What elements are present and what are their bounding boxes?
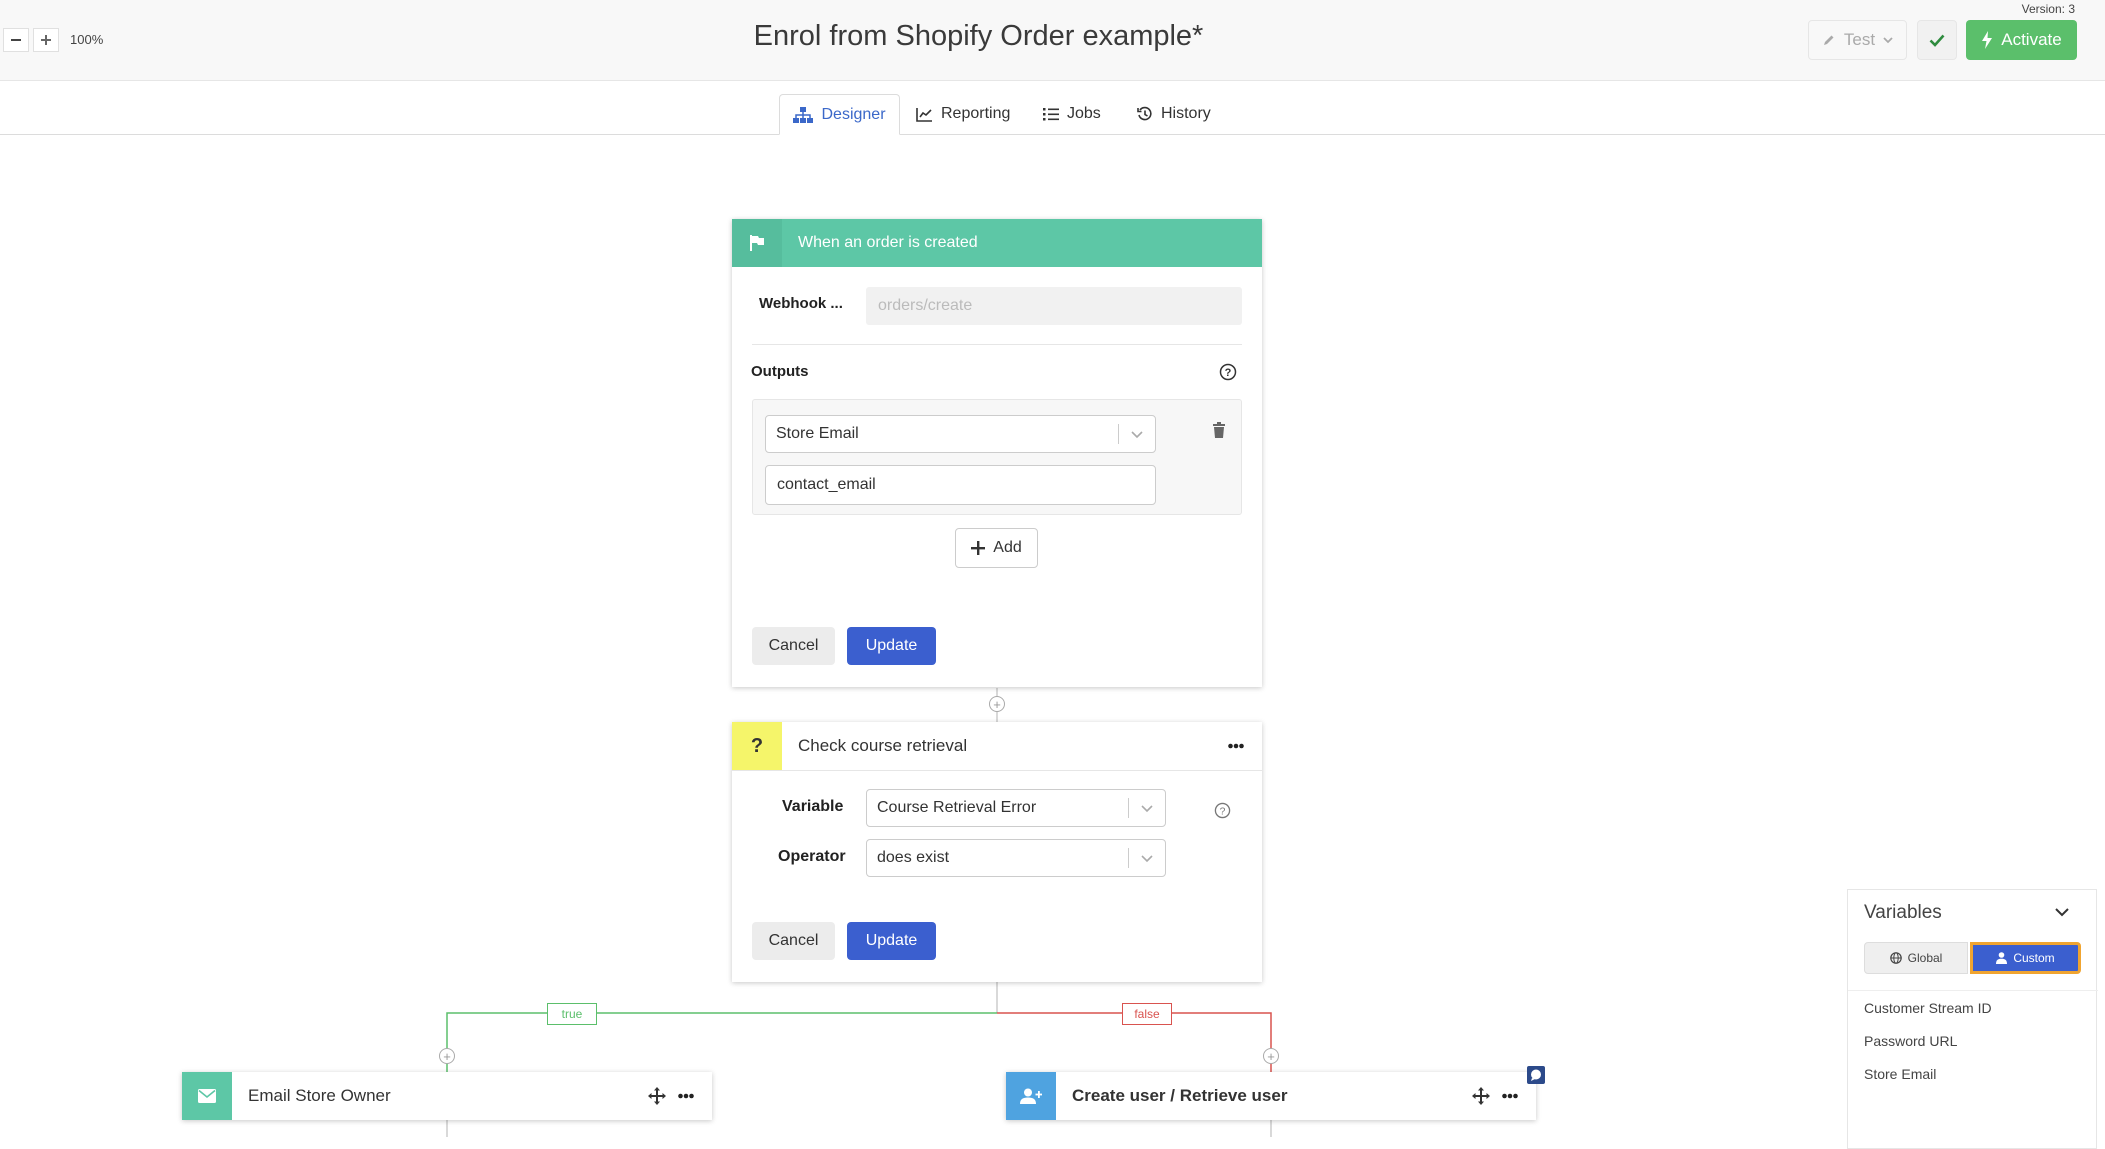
move-icon[interactable] bbox=[1472, 1087, 1490, 1105]
comment-icon bbox=[1531, 1069, 1541, 1081]
more-icon[interactable] bbox=[678, 1093, 694, 1099]
chevron-down-icon bbox=[1141, 805, 1153, 813]
operator-label: Operator bbox=[778, 848, 846, 865]
trash-icon[interactable] bbox=[1212, 422, 1226, 438]
condition-cancel-button[interactable]: Cancel bbox=[752, 922, 835, 960]
trigger-card-header[interactable]: When an order is created bbox=[732, 219, 1262, 267]
comment-badge[interactable] bbox=[1527, 1066, 1545, 1084]
global-variables-toggle[interactable]: Global bbox=[1864, 942, 1968, 974]
operator-select-value: does exist bbox=[877, 849, 950, 866]
webhook-label: Webhook ... bbox=[759, 295, 843, 312]
help-icon[interactable]: ? bbox=[1219, 363, 1237, 381]
variables-divider bbox=[1848, 990, 2098, 991]
variable-select-value: Course Retrieval Error bbox=[877, 799, 1037, 816]
email-store-owner-node[interactable]: Email Store Owner bbox=[182, 1072, 712, 1120]
help-icon[interactable]: ? bbox=[1214, 802, 1231, 819]
flag-icon bbox=[750, 235, 764, 251]
add-output-button-label: Add bbox=[993, 539, 1022, 556]
envelope-icon bbox=[198, 1089, 216, 1103]
variable-item[interactable]: Customer Stream ID bbox=[1864, 1000, 1992, 1016]
user-icon bbox=[1996, 952, 2008, 964]
plus-icon bbox=[971, 541, 986, 555]
custom-variables-toggle[interactable]: Custom bbox=[1970, 942, 2081, 974]
chevron-down-icon bbox=[1131, 431, 1143, 439]
chevron-down-icon bbox=[1141, 855, 1153, 863]
add-step-node-false[interactable]: + bbox=[1263, 1048, 1279, 1064]
move-icon[interactable] bbox=[648, 1087, 666, 1105]
variable-item[interactable]: Password URL bbox=[1864, 1033, 1957, 1049]
trigger-update-button[interactable]: Update bbox=[847, 627, 936, 665]
output-variable-select[interactable]: Store Email bbox=[765, 415, 1156, 453]
true-branch-label: true bbox=[547, 1003, 597, 1025]
trigger-card-title: When an order is created bbox=[798, 234, 978, 251]
email-node-title: Email Store Owner bbox=[248, 1086, 391, 1105]
variables-panel-title: Variables bbox=[1864, 902, 1942, 923]
add-output-button[interactable]: Add bbox=[955, 528, 1038, 568]
create-user-node[interactable]: Create user / Retrieve user bbox=[1006, 1072, 1536, 1120]
variable-item[interactable]: Store Email bbox=[1864, 1066, 1936, 1082]
variable-select[interactable]: Course Retrieval Error bbox=[866, 789, 1166, 827]
trigger-cancel-button[interactable]: Cancel bbox=[752, 627, 835, 665]
outputs-label: Outputs bbox=[751, 363, 809, 380]
chevron-down-icon[interactable] bbox=[2054, 906, 2070, 918]
variable-label: Variable bbox=[782, 798, 844, 815]
condition-header-divider bbox=[732, 770, 1262, 771]
add-step-node[interactable]: + bbox=[989, 696, 1005, 712]
more-icon[interactable] bbox=[1228, 743, 1244, 749]
more-icon[interactable] bbox=[1502, 1093, 1518, 1099]
question-icon: ? bbox=[732, 722, 782, 770]
condition-card: ? Check course retrieval Variable Course… bbox=[732, 722, 1262, 982]
global-toggle-label: Global bbox=[1907, 951, 1943, 965]
svg-text:?: ? bbox=[1225, 367, 1232, 379]
svg-text:?: ? bbox=[1220, 806, 1226, 817]
globe-icon bbox=[1889, 952, 1902, 964]
custom-toggle-label: Custom bbox=[2013, 951, 2055, 965]
add-step-node-true[interactable]: + bbox=[439, 1048, 455, 1064]
output-field-input[interactable]: contact_email bbox=[765, 465, 1156, 505]
variables-panel: Variables Global Custom Customer Stream … bbox=[1847, 889, 2098, 1149]
trigger-divider bbox=[752, 344, 1242, 345]
webhook-field: orders/create bbox=[866, 287, 1242, 325]
trigger-card: When an order is created Webhook ... ord… bbox=[732, 219, 1262, 687]
create-user-node-title: Create user / Retrieve user bbox=[1072, 1086, 1288, 1105]
operator-select[interactable]: does exist bbox=[866, 839, 1166, 877]
user-icon-box bbox=[1006, 1072, 1056, 1120]
output-variable-select-value: Store Email bbox=[776, 425, 859, 442]
user-plus-icon bbox=[1020, 1088, 1042, 1104]
condition-update-button[interactable]: Update bbox=[847, 922, 936, 960]
trigger-icon-box bbox=[732, 219, 782, 267]
condition-card-title: Check course retrieval bbox=[798, 736, 968, 755]
false-branch-label: false bbox=[1122, 1003, 1172, 1025]
email-icon-box bbox=[182, 1072, 232, 1120]
